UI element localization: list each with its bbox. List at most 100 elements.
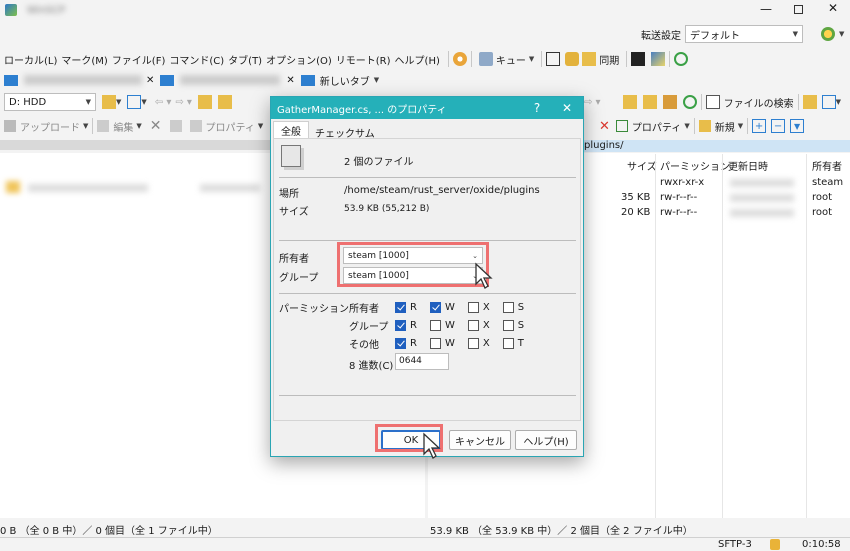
perm-other-t-checkbox[interactable] <box>502 337 514 349</box>
column-header-modified[interactable]: 更新日時 <box>728 158 768 173</box>
chevron-down-icon[interactable]: ▼ <box>684 122 689 130</box>
table-row[interactable]: 35 KB rw-r--r-- root <box>584 191 850 205</box>
filter-icon[interactable] <box>127 95 142 109</box>
perm-group-r-checkbox[interactable] <box>395 319 406 331</box>
perm-group-w-checkbox[interactable] <box>429 319 441 331</box>
column-header-permission[interactable]: パーミッション <box>660 158 730 173</box>
maximize-button[interactable] <box>794 5 803 14</box>
perm-owner-w-checkbox[interactable] <box>429 301 441 313</box>
refresh-icon[interactable] <box>682 95 697 109</box>
globe-icon[interactable] <box>821 27 835 41</box>
menu-file[interactable]: ファイル(F) <box>112 52 170 67</box>
perm-group-s-checkbox[interactable] <box>502 319 514 331</box>
close-button[interactable]: ✕ <box>828 1 838 15</box>
back-icon[interactable]: ⇦ ▾ <box>155 97 172 108</box>
transfer-settings-select[interactable]: デフォルト ▼ <box>685 25 803 43</box>
menu-help[interactable]: ヘルプ(H) <box>395 52 444 67</box>
drive-select[interactable]: D: HDD ▼ <box>4 93 96 111</box>
perm-other-w-checkbox[interactable] <box>429 337 441 349</box>
menu-local[interactable]: ローカル(L) <box>4 52 61 67</box>
filter-select-icon[interactable]: ▼ <box>790 119 805 133</box>
row-owner: root <box>812 207 833 218</box>
table-row[interactable]: 20 KB rw-r--r-- root <box>584 206 850 220</box>
perm-row-other: その他 R W X T <box>349 337 524 351</box>
sync-button[interactable]: 同期 <box>579 49 622 69</box>
column-header-size[interactable]: サイズ <box>627 158 657 173</box>
gear-icon[interactable] <box>452 52 467 66</box>
help-button[interactable]: ヘルプ(H) <box>515 430 577 450</box>
row-perm: rw-r--r-- <box>660 207 698 218</box>
queue-button[interactable]: キュー ▼ <box>476 49 537 69</box>
cancel-button[interactable]: キャンセル <box>449 430 511 450</box>
menu-remote[interactable]: リモート(R) <box>336 52 395 67</box>
chevron-down-icon[interactable]: ▼ <box>258 122 263 130</box>
chevron-down-icon[interactable]: ▼ <box>116 98 121 106</box>
perm-other-r-checkbox[interactable] <box>395 337 406 349</box>
new-tab-button[interactable]: 新しいタブ <box>320 73 370 88</box>
new-tab-icon <box>300 74 315 86</box>
new-button[interactable]: 新規 <box>715 119 735 134</box>
root-folder-icon[interactable] <box>642 95 657 109</box>
separator <box>797 94 799 110</box>
perm-owner-s-checkbox[interactable] <box>502 301 514 313</box>
terminal-icon[interactable] <box>631 52 646 66</box>
minimize-button[interactable]: — <box>760 2 772 16</box>
left-properties-button[interactable]: プロパティ <box>206 119 255 134</box>
perm-owner-r-checkbox[interactable] <box>395 301 406 313</box>
upload-button[interactable]: アップロード <box>20 119 80 134</box>
row-perm: rwxr-xr-x <box>660 177 705 188</box>
tab-2-title[interactable] <box>180 75 281 85</box>
tab-close-icon[interactable]: ✕ <box>146 75 154 86</box>
open-folder-icon[interactable] <box>102 95 116 109</box>
menu-mark[interactable]: マーク(M) <box>61 52 111 67</box>
tab-general[interactable]: 全般 <box>273 121 309 139</box>
forward-icon[interactable]: ⇨ ▾ <box>584 97 601 108</box>
parent-folder-icon[interactable] <box>622 95 637 109</box>
chevron-down-icon[interactable]: ▼ <box>83 122 88 130</box>
root-folder-icon[interactable] <box>217 95 232 109</box>
parent-folder-icon[interactable] <box>197 95 212 109</box>
chevron-down-icon[interactable]: ▼ <box>141 98 146 106</box>
rename-icon[interactable] <box>169 120 182 132</box>
table-row[interactable]: rwxr-xr-x steam <box>584 176 850 190</box>
perm-owner-x-checkbox[interactable] <box>467 301 479 313</box>
chevron-down-icon[interactable]: ▼ <box>836 98 841 106</box>
refresh-icon[interactable] <box>674 52 689 66</box>
home-icon[interactable] <box>662 95 677 109</box>
select-plus-icon[interactable]: + <box>752 119 767 133</box>
view-toggle-icon[interactable] <box>802 95 817 109</box>
delete-icon[interactable]: ✕ <box>150 118 162 134</box>
tab-close-icon[interactable]: ✕ <box>286 75 294 86</box>
compare-icon[interactable] <box>546 52 561 66</box>
chevron-down-icon[interactable]: ▼ <box>738 122 743 130</box>
left-action-toolbar: アップロード ▼ 編集 ▼ ✕ プロパティ ▼ <box>4 117 263 135</box>
tab-1-title[interactable] <box>24 75 142 85</box>
list-item[interactable] <box>200 184 260 192</box>
octal-input[interactable]: 0644 <box>395 353 449 370</box>
forward-icon[interactable]: ⇨ ▾ <box>175 97 192 108</box>
perm-other-x-checkbox[interactable] <box>467 337 479 349</box>
chevron-down-icon[interactable]: ▼ <box>374 76 379 84</box>
right-properties-button[interactable]: プロパティ <box>632 119 681 134</box>
dialog-help-button[interactable]: ? <box>523 97 551 119</box>
find-files-button[interactable]: ファイルの検索 <box>724 95 794 110</box>
column-header-owner[interactable]: 所有者 <box>812 158 842 173</box>
perm-group-x-checkbox[interactable] <box>467 319 479 331</box>
dialog-title: GatherManager.cs, ... のプロパティ <box>277 104 447 116</box>
columns-icon[interactable] <box>821 95 836 109</box>
row-size: 20 KB <box>621 207 651 218</box>
file-count: 2 個のファイル <box>344 157 414 168</box>
list-item[interactable] <box>28 184 148 192</box>
menu-option[interactable]: オプション(O) <box>266 52 336 67</box>
chevron-down-icon[interactable]: ▼ <box>136 122 141 130</box>
edit-button[interactable]: 編集 <box>113 119 133 134</box>
delete-icon[interactable]: ✕ <box>599 119 610 134</box>
select-minus-icon[interactable]: − <box>771 119 786 133</box>
chevron-down-icon[interactable]: ▼ <box>839 30 844 38</box>
putty-icon[interactable] <box>651 52 666 66</box>
row-perm: rw-r--r-- <box>660 192 698 203</box>
menu-command[interactable]: コマンド(C) <box>169 52 228 67</box>
menu-tab[interactable]: タブ(T) <box>228 52 266 67</box>
sync-arrows-icon[interactable] <box>565 52 580 66</box>
dialog-close-button[interactable]: ✕ <box>553 97 581 119</box>
